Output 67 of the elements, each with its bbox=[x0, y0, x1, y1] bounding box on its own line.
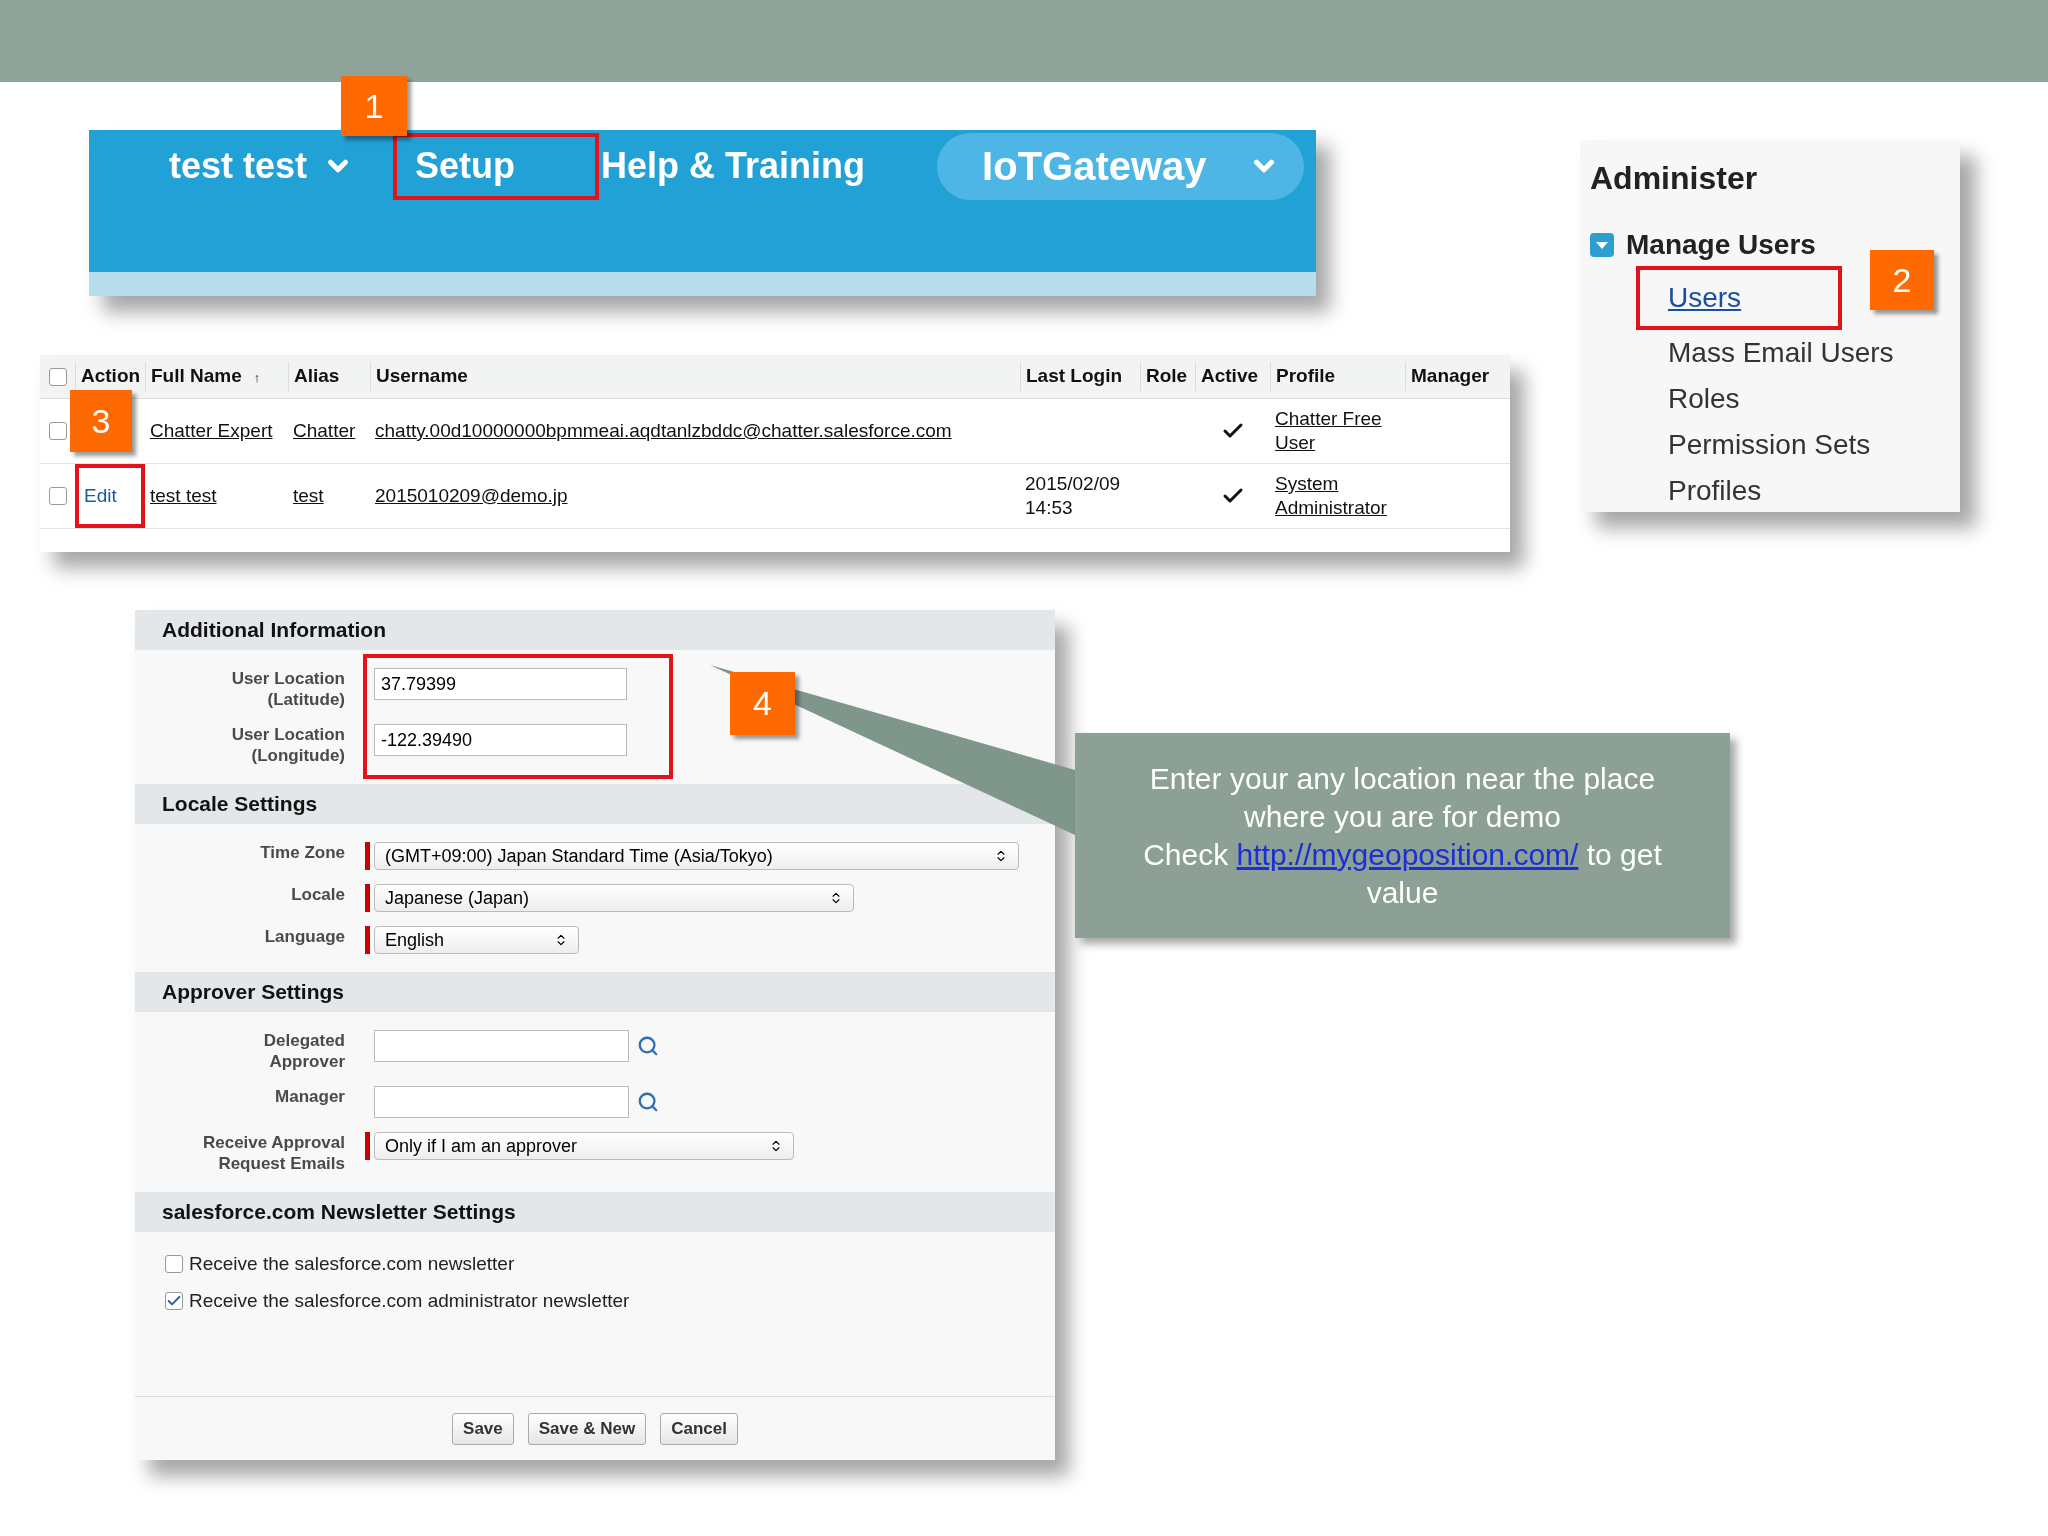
field-label: Receive Approval Request Emails bbox=[201, 1132, 345, 1174]
input-field[interactable]: -122.39490 bbox=[374, 724, 627, 756]
section-header: Approver Settings bbox=[135, 972, 1055, 1012]
edit-link[interactable]: Edit bbox=[75, 464, 145, 528]
sort-indicator: ↑ bbox=[253, 370, 261, 386]
column-header[interactable]: Alias bbox=[288, 362, 370, 391]
checkbox[interactable] bbox=[165, 1291, 183, 1310]
field-label: Locale bbox=[291, 884, 345, 905]
username-link[interactable]: chatty.00d10000000bpmmeai.aqdtanlzbddc@chatter.salesforce.com bbox=[375, 420, 952, 441]
user-name-link[interactable]: Chatter Expert bbox=[150, 420, 273, 441]
section-header: salesforce.com Newsletter Settings bbox=[135, 1192, 1055, 1232]
select-field[interactable]: (GMT+09:00) Japan Standard Time (Asia/Tokyo) bbox=[374, 842, 1019, 870]
profile-link[interactable]: Chatter Free User bbox=[1275, 407, 1400, 455]
step-badge: 1 bbox=[341, 76, 407, 136]
column-header[interactable]: Username bbox=[370, 362, 1020, 391]
form-button[interactable]: Save & New bbox=[527, 1412, 647, 1445]
column-header[interactable]: Last Login bbox=[1020, 362, 1140, 391]
alias-link[interactable]: test bbox=[293, 485, 324, 506]
input-field[interactable] bbox=[374, 1030, 629, 1062]
required-marker bbox=[365, 842, 370, 870]
input-field[interactable] bbox=[374, 1086, 629, 1118]
select-field[interactable]: Japanese (Japan) bbox=[374, 884, 854, 912]
checkbox[interactable] bbox=[48, 422, 67, 440]
panel-title: Administer bbox=[1590, 159, 1759, 198]
search-icon[interactable] bbox=[637, 1035, 659, 1057]
section-header: Additional Information bbox=[135, 610, 1055, 650]
checkbox[interactable] bbox=[48, 487, 67, 505]
menu-item[interactable]: Users bbox=[1636, 266, 1842, 330]
checkbox-label: Receive the salesforce.com administrator newsletter bbox=[189, 1288, 630, 1313]
input-field[interactable]: 37.79399 bbox=[374, 668, 627, 700]
field-label: Delegated Approver bbox=[262, 1030, 345, 1072]
field-label: Time Zone bbox=[260, 842, 345, 863]
alias-link[interactable]: Chatter bbox=[293, 420, 356, 441]
column-header[interactable]: Role bbox=[1140, 362, 1195, 391]
username-link[interactable]: 2015010209@demo.jp bbox=[375, 485, 568, 506]
required-marker bbox=[365, 926, 370, 954]
last-login-text: 2015/02/09 14:53 bbox=[1025, 473, 1121, 518]
menu-item[interactable]: Profiles bbox=[1636, 468, 1960, 512]
checkbox[interactable] bbox=[48, 367, 67, 386]
step-badge: 4 bbox=[730, 672, 795, 735]
step-badge: 2 bbox=[1870, 250, 1934, 310]
select-field[interactable]: Only if I am an approver bbox=[374, 1132, 794, 1160]
field-label: User Location (Longitude) bbox=[230, 724, 345, 766]
profile-link[interactable]: System Administrator bbox=[1275, 472, 1400, 520]
menu-item[interactable]: Roles bbox=[1636, 376, 1960, 422]
step-badge: 3 bbox=[70, 390, 132, 452]
checkbox-label: Receive the salesforce.com newsletter bbox=[189, 1252, 515, 1276]
select-field[interactable]: English bbox=[374, 926, 579, 954]
menu-item[interactable]: Mass Email Users bbox=[1636, 330, 1960, 376]
column-header[interactable]: Full Name ↑ bbox=[145, 362, 288, 391]
user-name-link[interactable]: test test bbox=[150, 485, 217, 506]
menu-item[interactable]: Permission Sets bbox=[1636, 422, 1960, 468]
search-icon[interactable] bbox=[637, 1091, 659, 1113]
field-label: User Location (Latitude) bbox=[230, 668, 345, 710]
column-header[interactable]: Active bbox=[1195, 362, 1270, 391]
form-button[interactable]: Cancel bbox=[660, 1412, 738, 1445]
required-marker bbox=[365, 1132, 370, 1160]
collapse-toggle-icon[interactable] bbox=[1590, 233, 1614, 257]
field-label: Language bbox=[264, 926, 345, 947]
menu-group-label[interactable]: Manage Users bbox=[1626, 224, 1816, 266]
required-marker bbox=[365, 884, 370, 912]
field-label: Manager bbox=[275, 1086, 345, 1107]
callout-text: Check http://mygeoposition.com/ to get value bbox=[1142, 836, 1663, 911]
column-header[interactable]: Profile bbox=[1270, 362, 1405, 391]
column-header[interactable]: Manager bbox=[1405, 362, 1500, 391]
checkbox[interactable] bbox=[165, 1255, 183, 1274]
form-button[interactable]: Save bbox=[452, 1412, 514, 1445]
